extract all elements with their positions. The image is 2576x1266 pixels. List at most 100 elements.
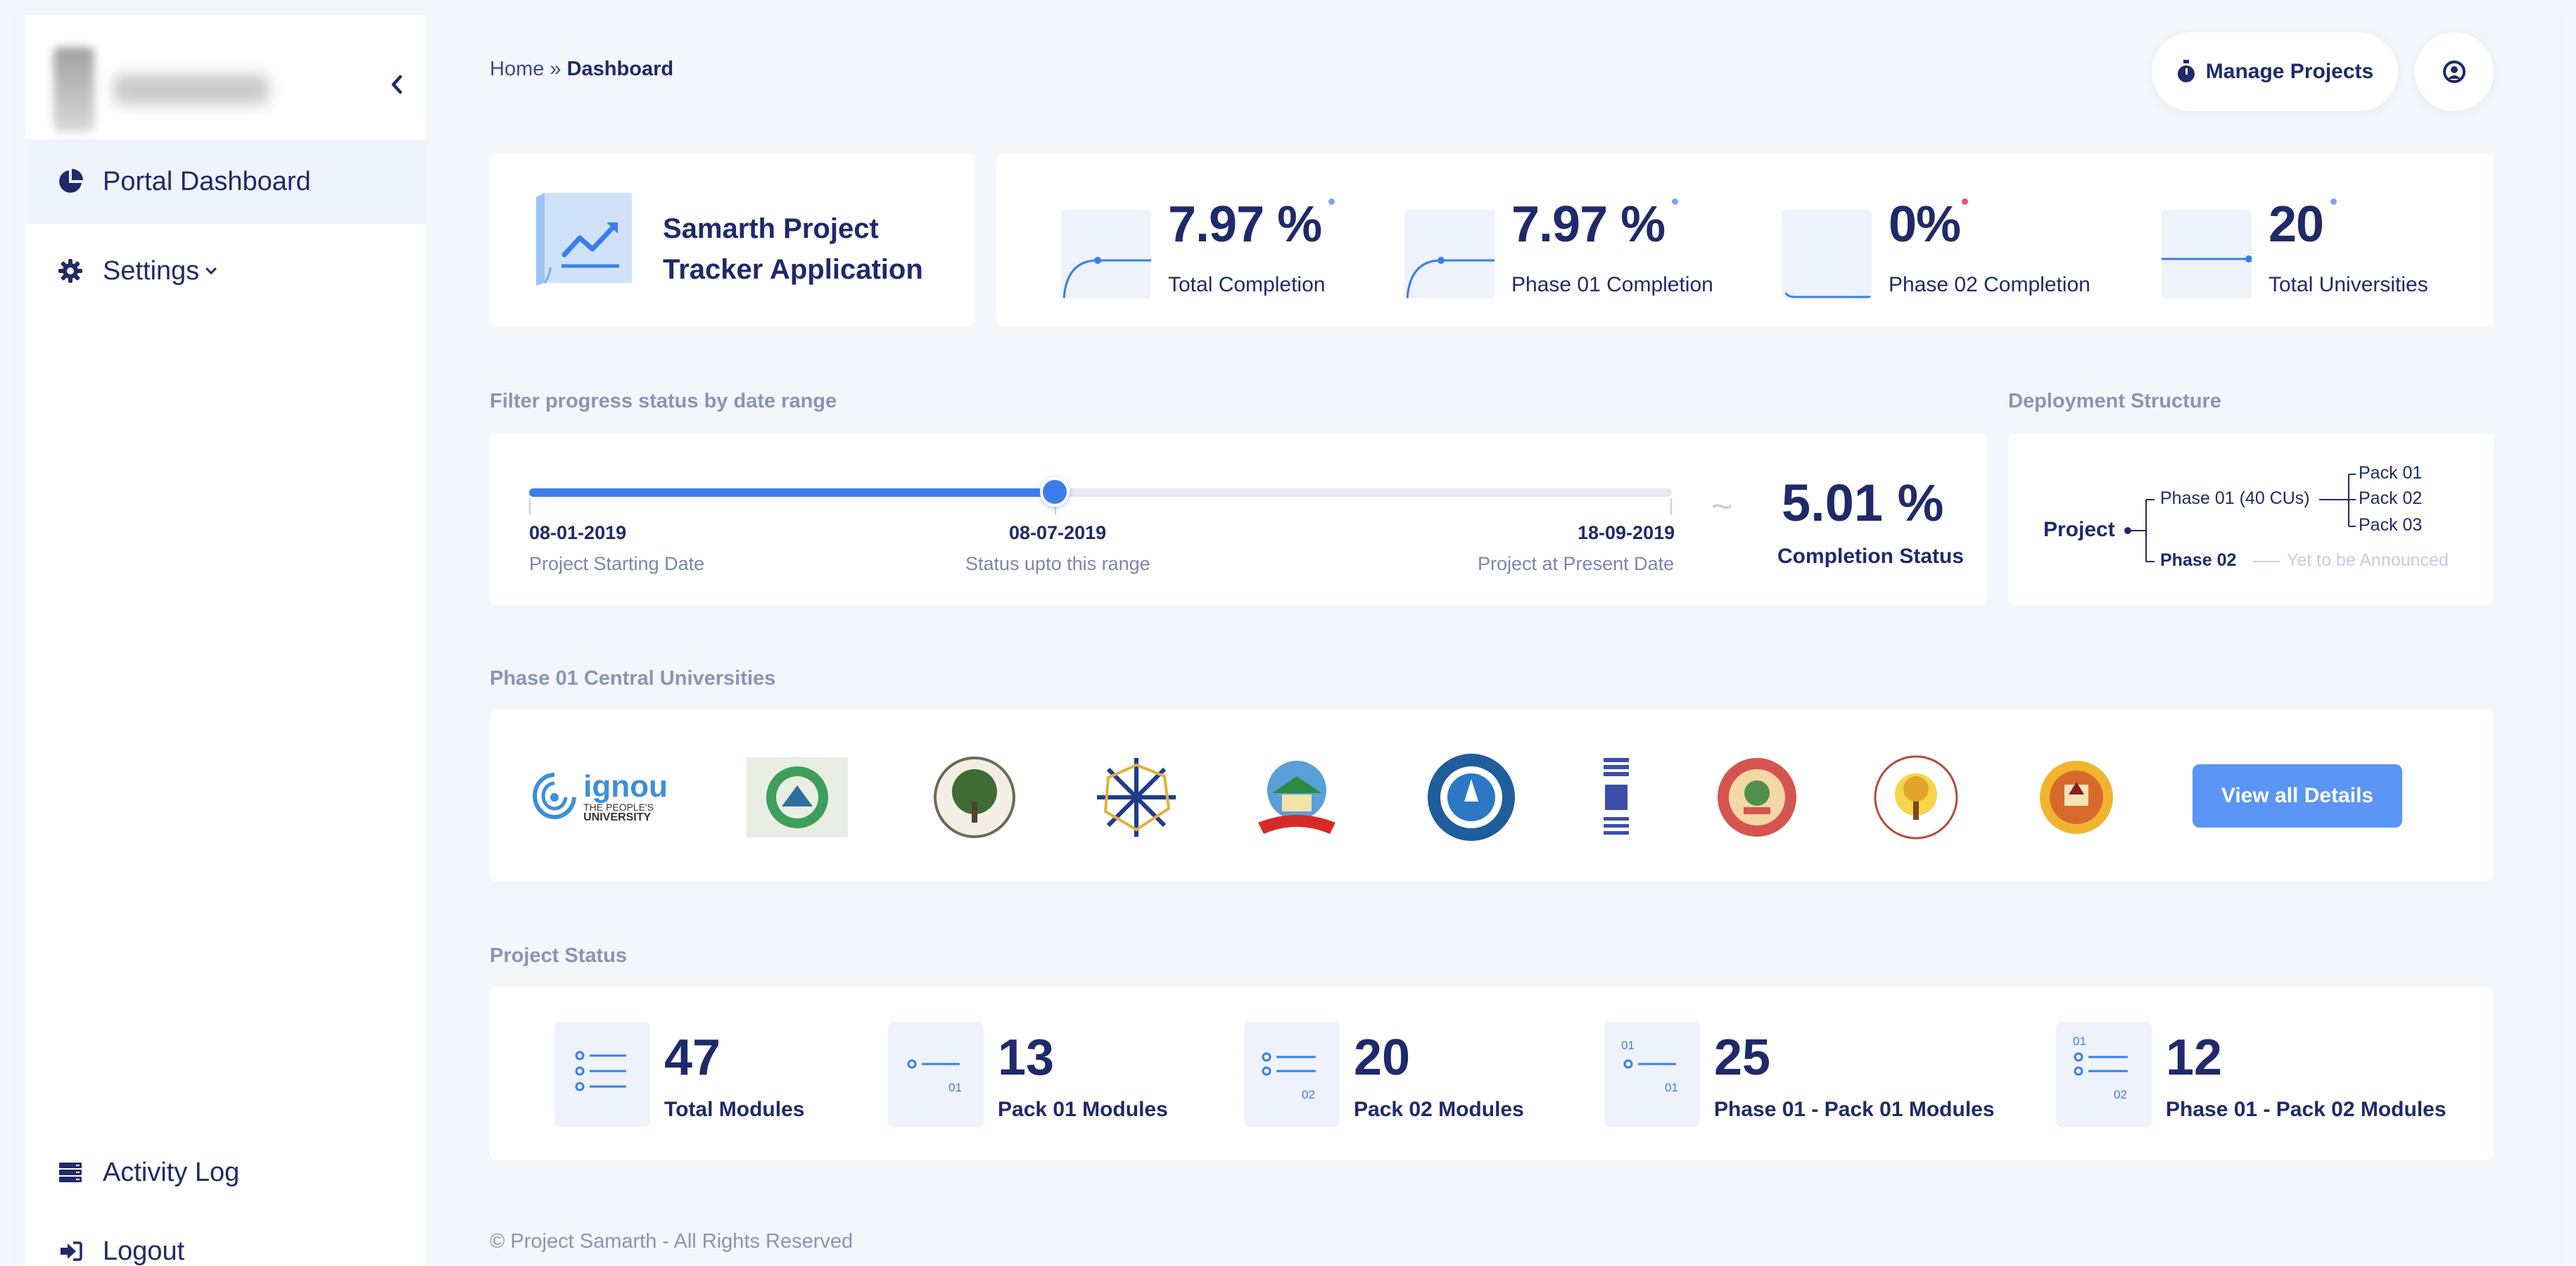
range-date: 08-07-2019 (1009, 522, 1107, 543)
stat-value: 7.97 % (1511, 196, 1665, 253)
module-label: Phase 01 - Pack 02 Modules (2166, 1098, 2447, 1121)
stat-indicator-dot (1672, 198, 1678, 205)
tree-phase02-note: Yet to be Announced (2287, 550, 2449, 570)
slider-thumb[interactable] (1040, 477, 1070, 507)
completion-status-label: Completion Status (1777, 545, 1965, 568)
university-logo-6[interactable] (1419, 752, 1524, 843)
university-seal-icon (2040, 761, 2113, 834)
pack-tag: 02 (2114, 1088, 2127, 1101)
university-seal-icon (747, 757, 848, 837)
university-logo-9[interactable] (1863, 752, 1969, 843)
universities-card: ignou THE PEOPLE'S UNIVERSITY View all D… (490, 709, 2494, 881)
chart-trend-icon (536, 193, 632, 286)
list-icon: 01 01 (1604, 1022, 1700, 1127)
slider-tick (529, 498, 531, 515)
end-date-caption: Project at Present Date (1478, 553, 1675, 574)
ignou-tagline-line1: THE PEOPLE'S (583, 802, 654, 813)
chevron-down-icon (205, 266, 217, 276)
tree-pack01: Pack 01 (2359, 463, 2423, 483)
sparkline (1061, 210, 1151, 298)
project-status-section-title: Project Status (490, 944, 627, 967)
slider-fill (529, 488, 1055, 497)
university-seal-icon (1258, 761, 1335, 834)
stat-indicator-dot (1962, 198, 1968, 205)
list-icon (554, 1022, 650, 1127)
sidebar-item-portal-dashboard[interactable]: Portal Dashboard (25, 139, 426, 224)
slider-tick (1670, 498, 1672, 515)
chevron-left-icon (391, 75, 402, 94)
range-date-caption: Status upto this range (965, 553, 1150, 574)
ignou-name: ignou (583, 769, 668, 804)
breadcrumb: Home » Dashboard (490, 58, 673, 81)
university-logo-3[interactable] (922, 752, 1027, 843)
university-logo-ignou[interactable]: ignou THE PEOPLE'S UNIVERSITY (525, 752, 673, 843)
stopwatch-icon (2176, 60, 2196, 84)
sidebar-item-label: Portal Dashboard (103, 166, 311, 196)
pie-chart-icon (55, 166, 86, 197)
university-logo-7[interactable] (1563, 752, 1669, 843)
stat-value: 0% (1889, 196, 1961, 253)
logout-icon (55, 1236, 86, 1266)
sidebar-item-logout[interactable]: Logout (25, 1209, 426, 1266)
sidebar-item-label: Logout (103, 1236, 185, 1266)
breadcrumb-home[interactable]: Home (490, 58, 544, 80)
phase-tag: 01 (2073, 1034, 2086, 1048)
tree-pack02: Pack 02 (2359, 488, 2423, 508)
list-icon: 01 02 (2056, 1022, 2152, 1127)
stat-label: Phase 01 Completion (1511, 273, 1713, 296)
end-date: 18-09-2019 (1578, 522, 1675, 543)
module-value: 20 (1354, 1030, 1411, 1086)
ignou-tagline-line2: UNIVERSITY (583, 811, 652, 823)
university-seal-icon (1874, 755, 1958, 840)
module-value: 47 (664, 1030, 721, 1086)
filter-section-title: Filter progress status by date range (490, 390, 837, 412)
university-seal-icon (934, 757, 1015, 838)
date-range-slider[interactable] (529, 477, 1672, 515)
logo-text-blurred (114, 75, 269, 104)
range-tilde: ~ (1711, 486, 1733, 527)
manage-projects-button[interactable]: Manage Projects (2152, 32, 2398, 111)
stat-value: 7.97 % (1168, 196, 1322, 253)
module-label: Pack 02 Modules (1354, 1098, 1524, 1121)
collapse-sidebar-button[interactable] (376, 63, 418, 106)
project-status-card: 47 Total Modules 01 13 Pack 01 Modules 0… (490, 987, 2494, 1160)
app-info-card: Samarth Project Tracker Application (490, 153, 975, 327)
emblem-logo (53, 47, 94, 132)
pack-tag: 02 (1302, 1088, 1315, 1101)
university-seal-icon (1718, 758, 1796, 837)
university-seal-icon (1097, 758, 1176, 837)
university-seal-icon (1428, 754, 1515, 841)
module-value: 25 (1714, 1030, 1771, 1086)
stat-label: Total Completion (1168, 273, 1326, 296)
sidebar-item-settings[interactable]: Settings (25, 229, 426, 313)
completion-status-value: 5.01 % (1782, 474, 1944, 532)
stat-indicator-dot (1328, 198, 1335, 205)
phase-tag: 01 (1621, 1039, 1635, 1052)
sidebar-item-activity-log[interactable]: Activity Log (25, 1130, 426, 1215)
tree-root-project: Project (2043, 518, 2115, 541)
app-title: Samarth Project Tracker Application (663, 213, 923, 285)
sparkline (1404, 210, 1495, 298)
stat-indicator-dot (2330, 198, 2337, 205)
view-all-details-button[interactable]: View all Details (2193, 764, 2402, 828)
manage-projects-label: Manage Projects (2205, 60, 2374, 83)
list-icon: 01 (888, 1022, 984, 1127)
start-date: 08-01-2019 (529, 522, 627, 543)
tree-phase02: Phase 02 (2160, 550, 2237, 570)
sidebar-item-label: Activity Log (103, 1157, 240, 1187)
pack-tag: 01 (1665, 1081, 1678, 1094)
pack-tag: 01 (948, 1081, 962, 1094)
module-value: 12 (2166, 1030, 2223, 1086)
user-profile-button[interactable] (2415, 32, 2494, 111)
module-label: Phase 01 - Pack 01 Modules (1714, 1098, 1995, 1121)
list-icon: 02 (1244, 1022, 1340, 1127)
logo (53, 37, 335, 142)
university-logo-8[interactable] (1704, 752, 1810, 843)
sidebar: Portal Dashboard Settings Activity Log L… (25, 15, 426, 1266)
gear-icon (55, 255, 86, 286)
university-logo-4[interactable] (1084, 752, 1189, 843)
university-logo-2[interactable] (744, 752, 850, 843)
module-value: 13 (998, 1030, 1055, 1086)
university-logo-5[interactable] (1244, 752, 1350, 843)
university-logo-10[interactable] (2024, 752, 2129, 843)
